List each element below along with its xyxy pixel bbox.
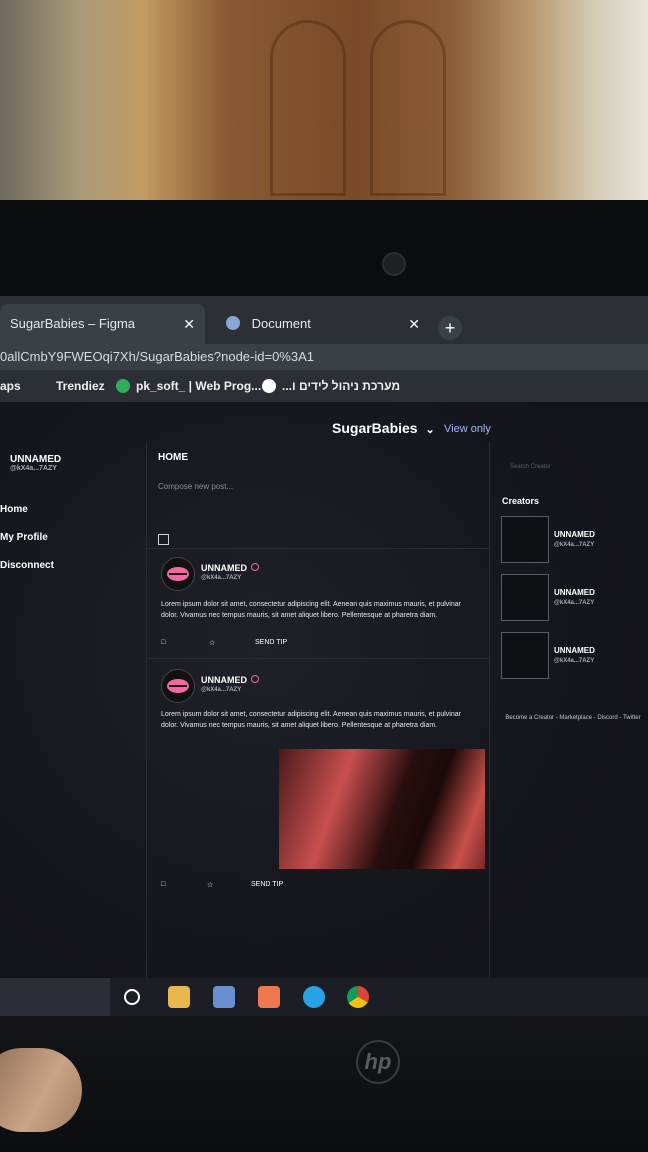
lips-icon (167, 679, 189, 693)
verified-icon (251, 675, 259, 683)
taskbar (0, 978, 648, 1016)
verified-icon (251, 563, 259, 571)
nav-home[interactable]: Home (0, 504, 28, 515)
chevron-down-icon[interactable]: ⌄ (425, 424, 434, 436)
creator-handle: @kX4a...7AZY (554, 658, 595, 664)
plus-icon[interactable]: + (438, 316, 462, 340)
taskbar-search[interactable] (0, 978, 110, 1016)
cortana-icon[interactable] (124, 989, 140, 1005)
tab-label: SugarBabies – Figma (10, 316, 136, 331)
user-name: UNNAMED (10, 454, 62, 465)
address-bar[interactable]: 0allCmbY9FWEOqi7Xh/SugarBabies?node-id=0… (0, 344, 648, 370)
creators-title: Creators (502, 496, 540, 506)
laptop-chin (0, 1015, 648, 1152)
tab-document[interactable]: Document ✕ (210, 304, 430, 344)
star-icon[interactable]: ☆ (207, 881, 213, 889)
screen: SugarBabies – Figma ✕ Document ✕ + 0allC… (0, 296, 648, 1016)
page-title: HOME (158, 452, 188, 463)
tab-figma[interactable]: SugarBabies – Figma ✕ (0, 304, 205, 344)
compose-input[interactable]: Compose new post... (158, 482, 233, 491)
file-explorer-icon[interactable] (168, 986, 190, 1008)
comment-icon[interactable]: □ (161, 881, 165, 888)
post: UNNAMED @kX4a...7AZY Lorem ipsum dolor s… (147, 658, 489, 909)
door-panel-right (370, 20, 446, 196)
comment-icon[interactable]: □ (161, 639, 165, 646)
hp-logo: hp (356, 1040, 400, 1084)
post-text: Lorem ipsum dolor sit amet, consectetur … (161, 711, 461, 729)
finger (0, 1048, 82, 1132)
post-image[interactable] (279, 749, 485, 869)
image-icon[interactable] (158, 534, 169, 545)
nav-disconnect[interactable]: Disconnect (0, 560, 54, 571)
figma-file-name[interactable]: SugarBabies ⌄ (332, 420, 435, 436)
bookmark-pk-soft[interactable]: pk_soft_ | Web Prog... (116, 370, 261, 402)
notepad-icon[interactable] (213, 986, 235, 1008)
xampp-icon[interactable] (258, 986, 280, 1008)
post-handle: @kX4a...7AZY (201, 687, 242, 693)
lips-icon (167, 567, 189, 581)
feed-column: HOME Compose new post... UNNAMED @kX4a..… (146, 442, 490, 1016)
figma-canvas: SugarBabies ⌄ View only UNNAMED @kX4a...… (0, 402, 648, 1016)
creator-thumb[interactable] (501, 574, 549, 621)
creator-handle: @kX4a...7AZY (554, 542, 595, 548)
bookmarks-bar: aps Trendiez pk_soft_ | Web Prog... ...מ… (0, 370, 648, 402)
post: UNNAMED @kX4a...7AZY Lorem ipsum dolor s… (147, 548, 489, 659)
send-tip-button[interactable]: SEND TIP (255, 639, 287, 646)
post-text: Lorem ipsum dolor sit amet, consectetur … (161, 601, 461, 619)
creator-thumb[interactable] (501, 632, 549, 679)
post-actions: □ ☆ SEND TIP (161, 881, 481, 891)
search-input[interactable]: Search Creator (510, 464, 551, 470)
creator-thumb[interactable] (501, 516, 549, 563)
sidebar-user[interactable]: UNNAMED @kX4a...7AZY (10, 454, 61, 472)
view-only-badge: View only (444, 423, 491, 435)
creator-name[interactable]: UNNAMED (554, 530, 595, 539)
creator-name[interactable]: UNNAMED (554, 646, 595, 655)
creator-handle: @kX4a...7AZY (554, 600, 595, 606)
bookmark-apps[interactable]: aps (0, 370, 21, 402)
post-actions: □ ☆ SEND TIP (161, 639, 481, 649)
bookmark-label: pk_soft_ | Web Prog... (136, 379, 262, 393)
user-handle: @kX4a...7AZY (10, 465, 57, 472)
close-icon[interactable]: ✕ (408, 304, 420, 344)
chrome-icon[interactable] (347, 986, 369, 1008)
room-background (0, 0, 648, 215)
browser-tabbar: SugarBabies – Figma ✕ Document ✕ + (0, 296, 648, 344)
circle-icon (262, 379, 276, 393)
star-icon[interactable]: ☆ (209, 639, 215, 647)
post-handle: @kX4a...7AZY (201, 575, 242, 581)
bookmark-trendiez[interactable]: Trendiez (56, 370, 105, 402)
house-icon (116, 379, 130, 393)
author-name: UNNAMED (201, 675, 247, 685)
bookmark-label: ...מערכת ניהול לידים ו (282, 379, 401, 393)
footer-links[interactable]: Become a Creator - Marketplace - Discord… (498, 714, 648, 723)
creator-name[interactable]: UNNAMED (554, 588, 595, 597)
webcam (382, 252, 406, 276)
skype-icon[interactable] (303, 986, 325, 1008)
close-icon[interactable]: ✕ (183, 304, 195, 344)
post-author[interactable]: UNNAMED (201, 563, 259, 573)
avatar[interactable] (161, 557, 195, 591)
nav-my-profile[interactable]: My Profile (0, 532, 48, 543)
bookmark-leads[interactable]: ...מערכת ניהול לידים ו (262, 370, 400, 402)
tab-label: Document (251, 316, 311, 331)
author-name: UNNAMED (201, 563, 247, 573)
send-tip-button[interactable]: SEND TIP (251, 881, 283, 888)
globe-icon (226, 316, 240, 330)
door-panel-left (270, 20, 346, 196)
post-author[interactable]: UNNAMED (201, 675, 259, 685)
file-name: SugarBabies (332, 420, 418, 436)
avatar[interactable] (161, 669, 195, 703)
